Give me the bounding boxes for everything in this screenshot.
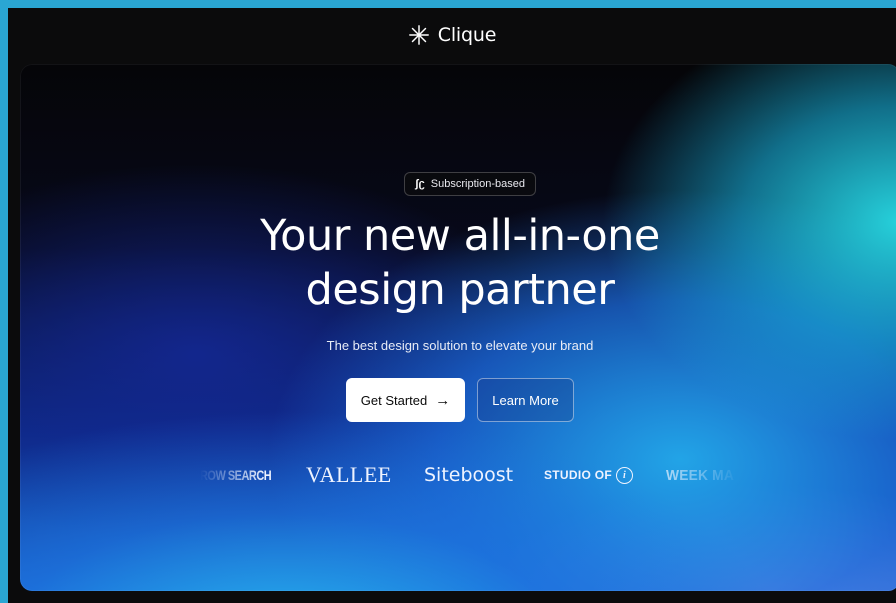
hero-subtitle: The best design solution to elevate your… [326, 338, 594, 353]
info-circle-icon: i [616, 466, 634, 484]
get-started-label: Get Started [360, 392, 428, 408]
get-started-button[interactable]: Get Started → [346, 378, 465, 422]
logo-vallee: VALLEE [306, 462, 392, 487]
subscription-badge: ʃʗ Subscription-based [404, 172, 536, 196]
cta-row: Get Started → Learn More [20, 378, 896, 422]
learn-more-button[interactable]: Learn More [477, 378, 574, 422]
logo-row-search: ROW SEARCH [200, 467, 272, 483]
badge-label: Subscription-based [430, 178, 525, 190]
hero-section: ʃʗ Subscription-based Your new all-in-on… [20, 64, 896, 591]
refresh-icon: ʃʗ [415, 178, 425, 190]
client-logos-strip: ROW SEARCH VALLEE Siteboost STUDIO OF i … [200, 457, 740, 493]
asterisk-burst-icon [408, 25, 429, 45]
logo-week-ma: WEEK MA [666, 466, 734, 484]
headline-line-1: Your new all-in-one [260, 211, 660, 261]
logo-siteboost: Siteboost [424, 464, 514, 486]
logo-studio-of: STUDIO OF i [544, 466, 666, 484]
brand-logo[interactable]: Clique [408, 24, 496, 46]
logo-studio-of-text: STUDIO OF [544, 468, 613, 482]
brand-name: Clique [437, 24, 497, 46]
app-window: Clique ʃʗ Subscription-based Your new al… [8, 8, 896, 603]
arrow-right-icon: → [435, 391, 451, 409]
headline-line-2: design partner [305, 265, 615, 315]
top-nav: Clique [8, 8, 896, 62]
hero-headline: Your new all-in-one design partner [20, 209, 896, 317]
learn-more-label: Learn More [492, 392, 559, 408]
